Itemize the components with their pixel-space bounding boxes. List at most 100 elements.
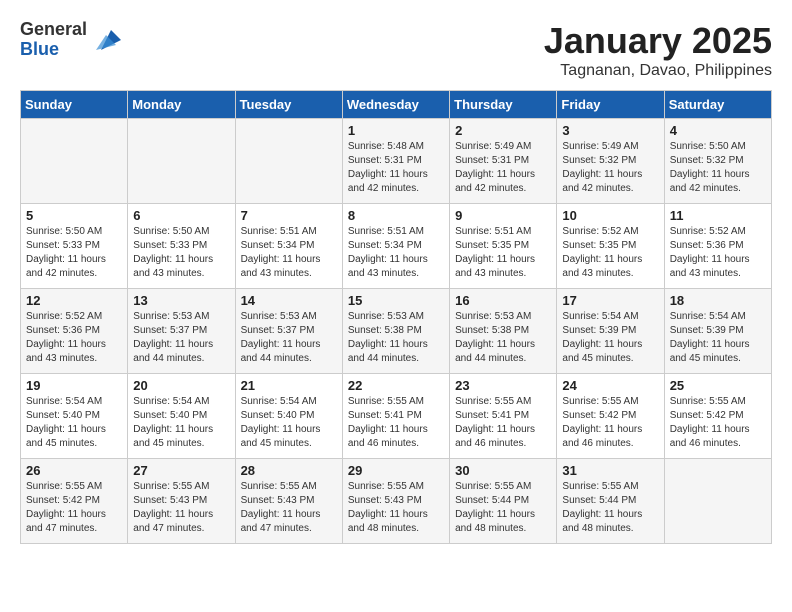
day-number: 1 [348,123,444,138]
calendar-cell: 24 Sunrise: 5:55 AM Sunset: 5:42 PM Dayli… [557,374,664,459]
calendar-cell: 14 Sunrise: 5:53 AM Sunset: 5:37 PM Dayli… [235,289,342,374]
calendar-cell: 26 Sunrise: 5:55 AM Sunset: 5:42 PM Dayli… [21,459,128,544]
day-info: Sunrise: 5:50 AM Sunset: 5:32 PM Dayligh… [670,140,766,196]
calendar-cell: 18 Sunrise: 5:54 AM Sunset: 5:39 PM Dayli… [664,289,771,374]
day-number: 5 [26,208,122,223]
logo-blue: Blue [20,40,87,60]
day-number: 15 [348,293,444,308]
calendar-cell: 15 Sunrise: 5:53 AM Sunset: 5:38 PM Dayli… [342,289,449,374]
day-number: 20 [133,378,229,393]
calendar-cell: 30 Sunrise: 5:55 AM Sunset: 5:44 PM Dayli… [450,459,557,544]
header-tuesday: Tuesday [235,91,342,119]
calendar-cell: 23 Sunrise: 5:55 AM Sunset: 5:41 PM Dayli… [450,374,557,459]
calendar-cell: 12Sunrise: 5:52 AM Sunset: 5:36 PM Dayli… [21,289,128,374]
day-info: Sunrise: 5:54 AM Sunset: 5:40 PM Dayligh… [241,395,337,451]
day-info: Sunrise: 5:50 AM Sunset: 5:33 PM Dayligh… [26,225,122,281]
day-info: Sunrise: 5:55 AM Sunset: 5:43 PM Dayligh… [241,480,337,536]
calendar-cell: 1 Sunrise: 5:48 AM Sunset: 5:31 PM Daylig… [342,119,449,204]
day-number: 28 [241,463,337,478]
calendar-cell: 8Sunrise: 5:51 AM Sunset: 5:34 PM Daylig… [342,204,449,289]
logo: General Blue [20,20,121,60]
day-info: Sunrise: 5:49 AM Sunset: 5:31 PM Dayligh… [455,140,551,196]
day-info: Sunrise: 5:50 AM Sunset: 5:33 PM Dayligh… [133,225,229,281]
calendar-cell: 19Sunrise: 5:54 AM Sunset: 5:40 PM Dayli… [21,374,128,459]
calendar-cell [235,119,342,204]
calendar-cell: 5 Sunrise: 5:50 AM Sunset: 5:33 PM Daylig… [21,204,128,289]
day-number: 26 [26,463,122,478]
header-saturday: Saturday [664,91,771,119]
day-number: 24 [562,378,658,393]
day-info: Sunrise: 5:53 AM Sunset: 5:37 PM Dayligh… [241,310,337,366]
calendar-cell [128,119,235,204]
calendar-cell: 22Sunrise: 5:55 AM Sunset: 5:41 PM Dayli… [342,374,449,459]
day-info: Sunrise: 5:55 AM Sunset: 5:42 PM Dayligh… [670,395,766,451]
day-info: Sunrise: 5:54 AM Sunset: 5:40 PM Dayligh… [133,395,229,451]
logo-icon [91,25,121,55]
calendar-week-3: 12Sunrise: 5:52 AM Sunset: 5:36 PM Dayli… [21,289,772,374]
day-info: Sunrise: 5:55 AM Sunset: 5:44 PM Dayligh… [455,480,551,536]
day-info: Sunrise: 5:53 AM Sunset: 5:38 PM Dayligh… [455,310,551,366]
day-info: Sunrise: 5:54 AM Sunset: 5:39 PM Dayligh… [670,310,766,366]
header-wednesday: Wednesday [342,91,449,119]
day-number: 18 [670,293,766,308]
calendar-body: 1 Sunrise: 5:48 AM Sunset: 5:31 PM Daylig… [21,119,772,544]
header-monday: Monday [128,91,235,119]
location: Tagnanan, Davao, Philippines [544,62,772,80]
month-title: January 2025 [544,20,772,62]
day-info: Sunrise: 5:53 AM Sunset: 5:38 PM Dayligh… [348,310,444,366]
title-block: January 2025 Tagnanan, Davao, Philippine… [544,20,772,80]
calendar-cell: 9Sunrise: 5:51 AM Sunset: 5:35 PM Daylig… [450,204,557,289]
day-info: Sunrise: 5:55 AM Sunset: 5:43 PM Dayligh… [133,480,229,536]
day-number: 12 [26,293,122,308]
day-number: 29 [348,463,444,478]
day-info: Sunrise: 5:53 AM Sunset: 5:37 PM Dayligh… [133,310,229,366]
calendar-cell: 3 Sunrise: 5:49 AM Sunset: 5:32 PM Daylig… [557,119,664,204]
calendar-cell [664,459,771,544]
day-number: 2 [455,123,551,138]
calendar-cell: 6 Sunrise: 5:50 AM Sunset: 5:33 PM Daylig… [128,204,235,289]
calendar-cell: 4 Sunrise: 5:50 AM Sunset: 5:32 PM Daylig… [664,119,771,204]
day-number: 30 [455,463,551,478]
day-info: Sunrise: 5:48 AM Sunset: 5:31 PM Dayligh… [348,140,444,196]
day-number: 3 [562,123,658,138]
day-info: Sunrise: 5:55 AM Sunset: 5:41 PM Dayligh… [455,395,551,451]
calendar-cell: 10 Sunrise: 5:52 AM Sunset: 5:35 PM Dayli… [557,204,664,289]
day-number: 16 [455,293,551,308]
day-info: Sunrise: 5:55 AM Sunset: 5:42 PM Dayligh… [562,395,658,451]
day-number: 4 [670,123,766,138]
day-number: 23 [455,378,551,393]
day-number: 22 [348,378,444,393]
calendar-cell: 28 Sunrise: 5:55 AM Sunset: 5:43 PM Dayli… [235,459,342,544]
calendar-week-4: 19Sunrise: 5:54 AM Sunset: 5:40 PM Dayli… [21,374,772,459]
calendar-header: Sunday Monday Tuesday Wednesday Thursday… [21,91,772,119]
day-info: Sunrise: 5:54 AM Sunset: 5:39 PM Dayligh… [562,310,658,366]
calendar-cell: 13 Sunrise: 5:53 AM Sunset: 5:37 PM Dayli… [128,289,235,374]
calendar-table: Sunday Monday Tuesday Wednesday Thursday… [20,90,772,544]
header-thursday: Thursday [450,91,557,119]
day-info: Sunrise: 5:51 AM Sunset: 5:35 PM Dayligh… [455,225,551,281]
calendar-cell: 27 Sunrise: 5:55 AM Sunset: 5:43 PM Dayli… [128,459,235,544]
day-info: Sunrise: 5:52 AM Sunset: 5:35 PM Dayligh… [562,225,658,281]
day-info: Sunrise: 5:51 AM Sunset: 5:34 PM Dayligh… [348,225,444,281]
day-info: Sunrise: 5:52 AM Sunset: 5:36 PM Dayligh… [670,225,766,281]
day-number: 31 [562,463,658,478]
logo-general: General [20,20,87,40]
day-info: Sunrise: 5:54 AM Sunset: 5:40 PM Dayligh… [26,395,122,451]
day-number: 25 [670,378,766,393]
day-number: 10 [562,208,658,223]
day-info: Sunrise: 5:49 AM Sunset: 5:32 PM Dayligh… [562,140,658,196]
header-friday: Friday [557,91,664,119]
calendar-cell: 16 Sunrise: 5:53 AM Sunset: 5:38 PM Dayli… [450,289,557,374]
day-number: 13 [133,293,229,308]
day-number: 14 [241,293,337,308]
calendar-cell: 7Sunrise: 5:51 AM Sunset: 5:34 PM Daylig… [235,204,342,289]
day-info: Sunrise: 5:55 AM Sunset: 5:42 PM Dayligh… [26,480,122,536]
calendar-cell: 31 Sunrise: 5:55 AM Sunset: 5:44 PM Dayli… [557,459,664,544]
calendar-week-5: 26 Sunrise: 5:55 AM Sunset: 5:42 PM Dayli… [21,459,772,544]
calendar-cell: 17Sunrise: 5:54 AM Sunset: 5:39 PM Dayli… [557,289,664,374]
day-number: 6 [133,208,229,223]
day-info: Sunrise: 5:51 AM Sunset: 5:34 PM Dayligh… [241,225,337,281]
day-info: Sunrise: 5:55 AM Sunset: 5:44 PM Dayligh… [562,480,658,536]
day-number: 27 [133,463,229,478]
header-row: Sunday Monday Tuesday Wednesday Thursday… [21,91,772,119]
